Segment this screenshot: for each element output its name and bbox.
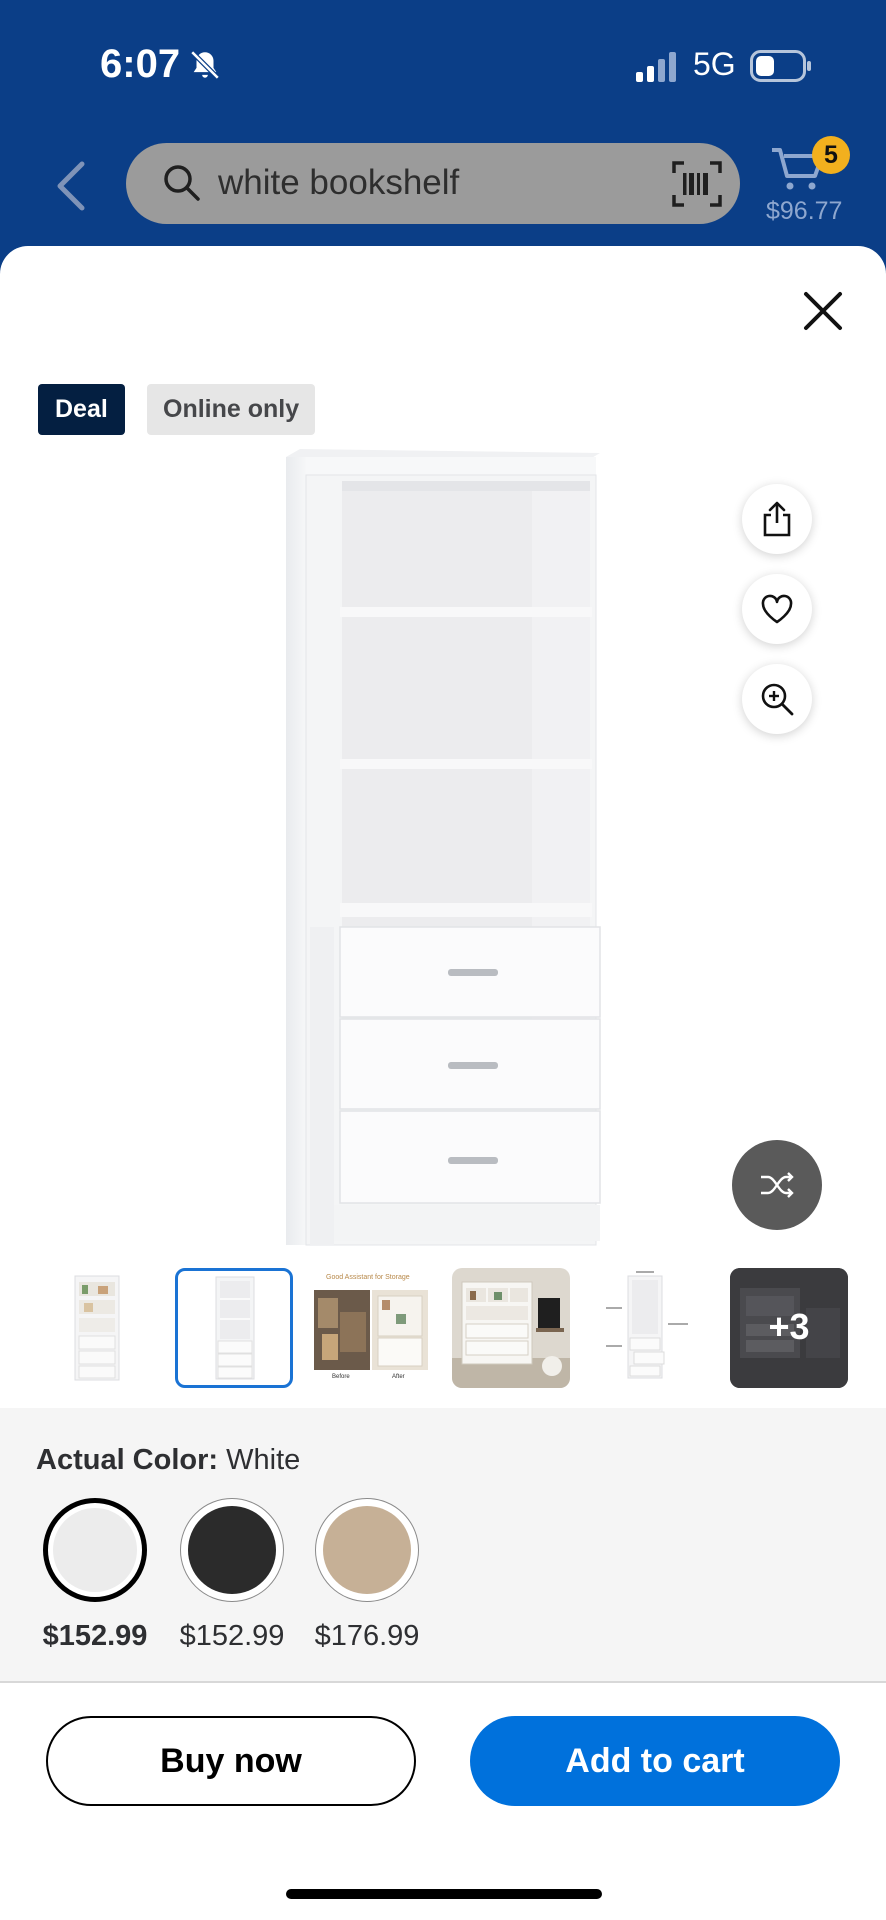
shuffle-icon	[761, 1172, 794, 1198]
swatch-color-tan	[323, 1506, 411, 1594]
favorite-button[interactable]	[742, 574, 812, 644]
color-swatch-white[interactable]	[43, 1498, 147, 1602]
back-button[interactable]	[52, 158, 92, 214]
buy-now-button[interactable]: Buy now	[46, 1716, 416, 1806]
close-icon	[804, 292, 842, 330]
close-button[interactable]	[800, 288, 846, 334]
deal-badge: Deal	[38, 384, 125, 435]
cart-total: $96.77	[766, 197, 843, 225]
thumbnail-more[interactable]: +3	[730, 1268, 848, 1388]
selected-color-value: White	[226, 1444, 301, 1476]
more-images-count: +3	[768, 1306, 810, 1347]
swatch-color-white	[53, 1508, 137, 1592]
search-query-text: white bookshelf	[218, 163, 460, 202]
color-swatch-black[interactable]	[180, 1498, 284, 1602]
thumbnail-5[interactable]	[592, 1268, 710, 1388]
search-input[interactable]: white bookshelf	[126, 143, 740, 224]
chevron-left-icon	[57, 161, 85, 211]
thumbnail-3-after-label: After	[392, 1374, 405, 1380]
thumbnail-3-caption: Good Assistant for Storage	[326, 1274, 410, 1281]
share-icon	[763, 501, 791, 537]
swatch-color-black	[188, 1506, 276, 1594]
thumbnail-3-before-label: Before	[332, 1374, 350, 1380]
network-type: 5G	[693, 46, 736, 82]
thumbnail-4[interactable]	[452, 1268, 570, 1388]
shuffle-button[interactable]	[732, 1140, 822, 1230]
zoom-in-icon	[761, 683, 794, 716]
thumbnail-3[interactable]: Good Assistant for Storage Before After	[312, 1268, 430, 1388]
zoom-button[interactable]	[742, 664, 812, 734]
divider	[0, 1681, 886, 1683]
price-tan: $176.99	[314, 1620, 420, 1652]
signal-icon	[636, 52, 678, 87]
bell-muted-icon	[188, 48, 222, 87]
heart-icon	[761, 594, 793, 624]
add-to-cart-button[interactable]: Add to cart	[470, 1716, 840, 1806]
price-white: $152.99	[42, 1620, 148, 1652]
price-black: $152.99	[179, 1620, 285, 1652]
home-indicator	[286, 1889, 602, 1899]
color-label-key: Actual Color:	[36, 1444, 219, 1476]
search-icon	[162, 163, 202, 208]
color-label: Actual Color: White	[36, 1444, 300, 1477]
thumbnail-2[interactable]	[175, 1268, 293, 1388]
share-button[interactable]	[742, 484, 812, 554]
barcode-scan-icon[interactable]	[672, 161, 722, 212]
color-swatch-tan[interactable]	[315, 1498, 419, 1602]
thumbnail-1[interactable]	[38, 1268, 156, 1388]
cart-count-badge: 5	[812, 136, 850, 174]
online-only-badge: Online only	[147, 384, 316, 435]
product-main-image[interactable]	[280, 445, 606, 1260]
battery-icon	[750, 50, 812, 87]
status-time: 6:07	[100, 42, 181, 86]
